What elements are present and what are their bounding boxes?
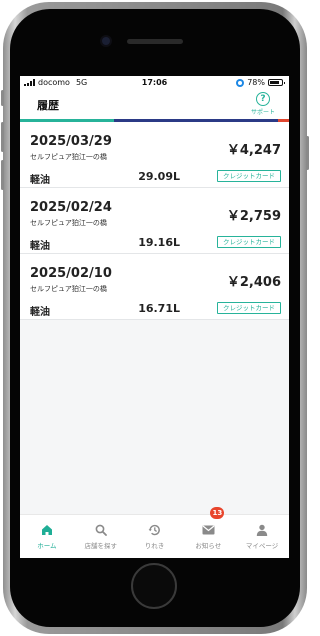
history-icon [128,523,182,537]
volume-down-button [1,160,4,190]
help-icon: ? [256,92,270,106]
card-fuel-type: 軽油 [30,307,50,318]
card-date: 2025/02/10 [30,266,112,281]
mail-icon [181,523,235,537]
card-date: 2025/03/29 [30,134,112,149]
card-date: 2025/02/24 [30,200,112,215]
payment-badge: クレジットカード [217,236,281,248]
tab-label: りれき [144,542,165,550]
card-fuel-type: 軽油 [30,241,50,252]
card-station: セルフピュア狛江一の橋 [30,153,107,161]
card-volume: 19.16L [138,236,180,249]
support-label: サポート [250,109,275,116]
page-title: 履歴 [37,99,59,112]
tab-label: お知らせ [195,542,222,550]
nav-bar: 履歴 ? サポート [20,90,289,120]
app-screen: docomo 5G 17:06 78% 履歴 ? サポート 2025/03/29… [20,76,289,558]
tab-home[interactable]: ホーム [20,515,74,558]
card-price: ￥2,759 [226,209,281,224]
earpiece-speaker [127,39,183,44]
volume-up-button [1,122,4,152]
front-camera [102,37,110,45]
tab-label: マイページ [245,542,279,550]
battery-percent: 78% [247,78,265,87]
home-icon [20,523,74,537]
card-price: ￥4,247 [226,143,281,158]
status-bar: docomo 5G 17:06 78% [20,76,289,90]
history-card[interactable]: 2025/03/29 セルフピュア狛江一の橋 ￥4,247 軽油 29.09L … [20,122,289,188]
card-volume: 29.09L [138,170,180,183]
tab-label: ホーム [37,542,57,550]
battery-icon [268,79,285,86]
location-icon [236,78,245,87]
support-button[interactable]: ? サポート [243,92,283,116]
person-icon [235,523,289,537]
tab-history[interactable]: りれき [128,515,182,558]
tab-notices[interactable]: 13 お知らせ [181,507,235,558]
payment-badge: クレジットカード [217,302,281,314]
tab-bar: ホーム 店舗を探す りれき 13 お知らせ マイページ [20,507,289,558]
power-button [306,136,309,170]
mute-switch [1,90,4,106]
search-icon [74,523,128,537]
card-volume: 16.71L [138,302,180,315]
card-fuel-type: 軽油 [30,175,50,186]
history-list: 2025/03/29 セルフピュア狛江一の橋 ￥4,247 軽油 29.09L … [20,122,289,320]
tab-store-search[interactable]: 店舗を探す [74,515,128,558]
history-card[interactable]: 2025/02/10 セルフピュア狛江一の橋 ￥2,406 軽油 16.71L … [20,254,289,320]
payment-badge: クレジットカード [217,170,281,182]
tab-mypage[interactable]: マイページ [235,515,289,558]
card-station: セルフピュア狛江一の橋 [30,285,107,293]
home-button[interactable] [131,563,177,609]
tab-label: 店舗を探す [84,542,117,550]
card-price: ￥2,406 [226,275,281,290]
card-station: セルフピュア狛江一の橋 [30,219,107,227]
notification-badge: 13 [210,507,225,519]
history-card[interactable]: 2025/02/24 セルフピュア狛江一の橋 ￥2,759 軽油 19.16L … [20,188,289,254]
